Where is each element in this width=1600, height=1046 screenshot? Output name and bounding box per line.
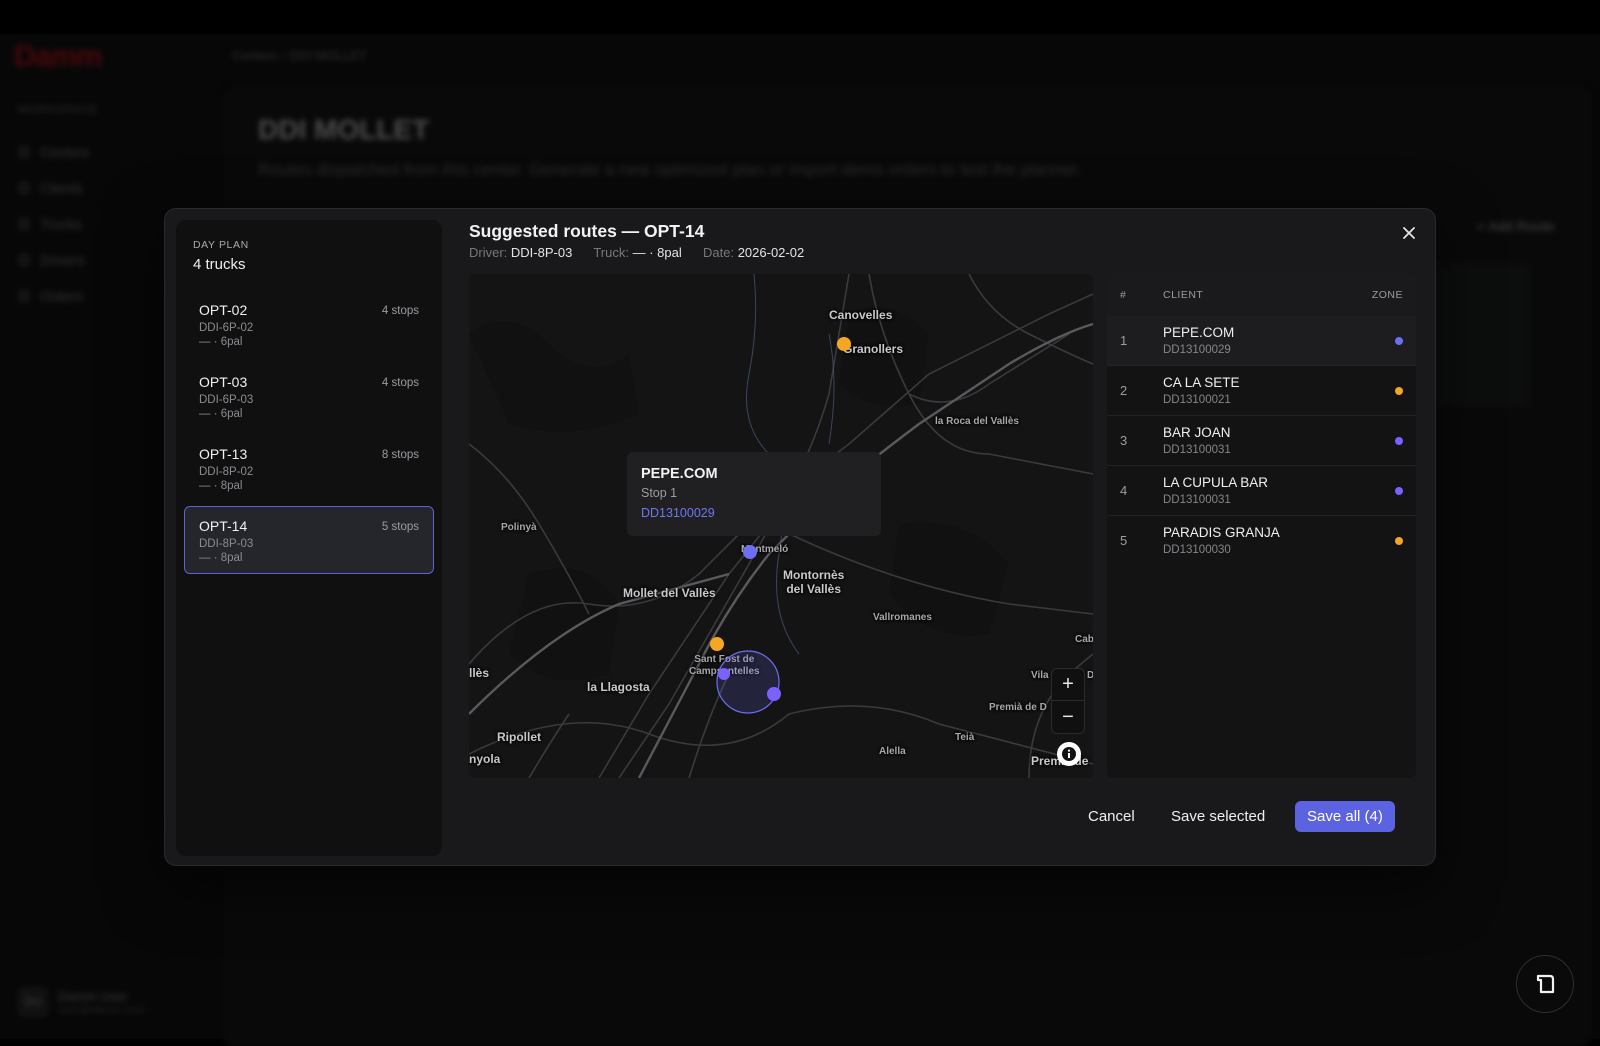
truck-capacity: — · 6pal: [199, 336, 243, 348]
zone-dot: [1395, 337, 1403, 345]
truck-capacity: — · 6pal: [199, 408, 243, 420]
truck-driver: DDI-8P-03: [199, 538, 254, 550]
truck-key: Truck:: [593, 245, 629, 260]
dialog-title: Suggested routes — OPT-14: [469, 221, 705, 241]
driver-key: Driver:: [469, 245, 508, 260]
table-row[interactable]: 3 BAR JOAN DD13100031: [1107, 416, 1416, 466]
truck-item-opt-13[interactable]: OPT-13 8 stops DDI-8P-02 — · 8pal: [184, 434, 434, 502]
col-number: #: [1120, 289, 1127, 301]
day-plan-panel: DAY PLAN 4 trucks OPT-02 4 stops DDI-6P-…: [176, 220, 442, 856]
day-plan-label: DAY PLAN: [193, 239, 249, 251]
truck-driver: DDI-6P-02: [199, 322, 254, 334]
truck-stops: 5 stops: [381, 521, 419, 533]
table-row[interactable]: 1 PEPE.COM DD13100029: [1107, 316, 1416, 366]
map-label-alella: Alella: [879, 746, 906, 757]
zone-dot: [1395, 387, 1403, 395]
truck-list: OPT-02 4 stops DDI-6P-02 — · 6pal OPT-03…: [184, 290, 434, 578]
zone-dot: [1395, 537, 1403, 545]
close-icon: [1403, 227, 1415, 239]
map-label-polinya: Polinyà: [501, 522, 537, 533]
map-attribution-button[interactable]: [1057, 742, 1081, 766]
stops-table-header: # CLIENT ZONE: [1107, 274, 1416, 316]
zone-dot: [1395, 487, 1403, 495]
map-label-premia-1: Premià de D: [989, 702, 1047, 713]
app-badge[interactable]: [1516, 955, 1574, 1013]
truck-count: 4 trucks: [193, 256, 246, 273]
truck-driver: DDI-6P-03: [199, 394, 254, 406]
info-icon: [1062, 747, 1076, 761]
zoom-out-button[interactable]: −: [1052, 701, 1084, 733]
truck-item-opt-02[interactable]: OPT-02 4 stops DDI-6P-02 — · 6pal: [184, 290, 434, 358]
date-value: 2026-02-02: [737, 245, 805, 260]
date-key: Date:: [703, 245, 735, 260]
map-label-vila: Vila: [1031, 670, 1049, 681]
col-client: CLIENT: [1163, 289, 1204, 301]
truck-value: — · 8pal: [632, 245, 682, 260]
truck-item-opt-14[interactable]: OPT-14 5 stops DDI-8P-03 — · 8pal: [184, 506, 434, 574]
truck-stops: 4 stops: [381, 377, 419, 389]
save-selected-button[interactable]: Save selected: [1159, 801, 1277, 832]
truck-stops: 4 stops: [381, 305, 419, 317]
map-label-cab: Cab: [1075, 634, 1093, 645]
map-label-mollet: Mollet del Vallès: [623, 586, 716, 600]
zoom-in-button[interactable]: +: [1052, 669, 1084, 701]
stops-table: # CLIENT ZONE 1 PEPE.COM DD13100029 2 CA…: [1107, 274, 1416, 778]
save-all-button[interactable]: Save all (4): [1295, 801, 1395, 832]
map-label-lles: llès: [469, 666, 490, 680]
truck-item-opt-03[interactable]: OPT-03 4 stops DDI-6P-03 — · 6pal: [184, 362, 434, 430]
close-button[interactable]: [1397, 221, 1421, 245]
driver-value: DDI-8P-03: [510, 245, 573, 260]
table-row[interactable]: 5 PARADIS GRANJA DD13100030: [1107, 516, 1416, 566]
zone-dot: [1395, 437, 1403, 445]
truck-stops: 8 stops: [381, 449, 419, 461]
map-label-d: D: [1087, 670, 1093, 681]
truck-capacity: — · 8pal: [199, 552, 243, 564]
map-label-nyola: nyola: [469, 752, 501, 766]
map-label-teia: Teià: [955, 732, 975, 743]
table-row[interactable]: 4 LA CUPULA BAR DD13100031: [1107, 466, 1416, 516]
map-label-sant-fost: Sant Fost de Campsentelles: [689, 654, 760, 677]
map-label-canovelles: Canovelles: [829, 308, 893, 322]
zoom-controls: + −: [1051, 668, 1085, 734]
truck-driver: DDI-8P-02: [199, 466, 254, 478]
popup-client-code[interactable]: DD13100029: [641, 506, 867, 520]
col-zone: ZONE: [1371, 289, 1403, 301]
map-label-roca: la Roca del Vallès: [935, 416, 1019, 427]
suggested-routes-dialog: DAY PLAN 4 trucks OPT-02 4 stops DDI-6P-…: [164, 208, 1436, 866]
map-label-montornes: Montornès del Vallès: [783, 568, 845, 596]
truck-capacity: — · 8pal: [199, 480, 243, 492]
route-map[interactable]: Canovelles Granollers la Roca del Vallès…: [469, 274, 1093, 778]
stop-popup: PEPE.COM Stop 1 DD13100029: [627, 452, 881, 536]
logo-mark-icon: [1536, 974, 1555, 994]
route-meta: Driver: DDI-8P-03 Truck: — · 8pal Date: …: [469, 245, 804, 260]
map-label-vallromanes: Vallromanes: [873, 612, 932, 623]
popup-client-name: PEPE.COM: [641, 466, 718, 482]
map-label-ripollet: Ripollet: [497, 730, 541, 744]
map-label-montmelo: Montmeló: [741, 544, 789, 555]
popup-stop-number: Stop 1: [641, 486, 678, 500]
table-row[interactable]: 2 CA LA SETE DD13100021: [1107, 366, 1416, 416]
map-label-granollers: Granollers: [843, 342, 904, 356]
cancel-button[interactable]: Cancel: [1076, 801, 1147, 832]
map-label-llagosta: la Llagosta: [587, 680, 650, 694]
